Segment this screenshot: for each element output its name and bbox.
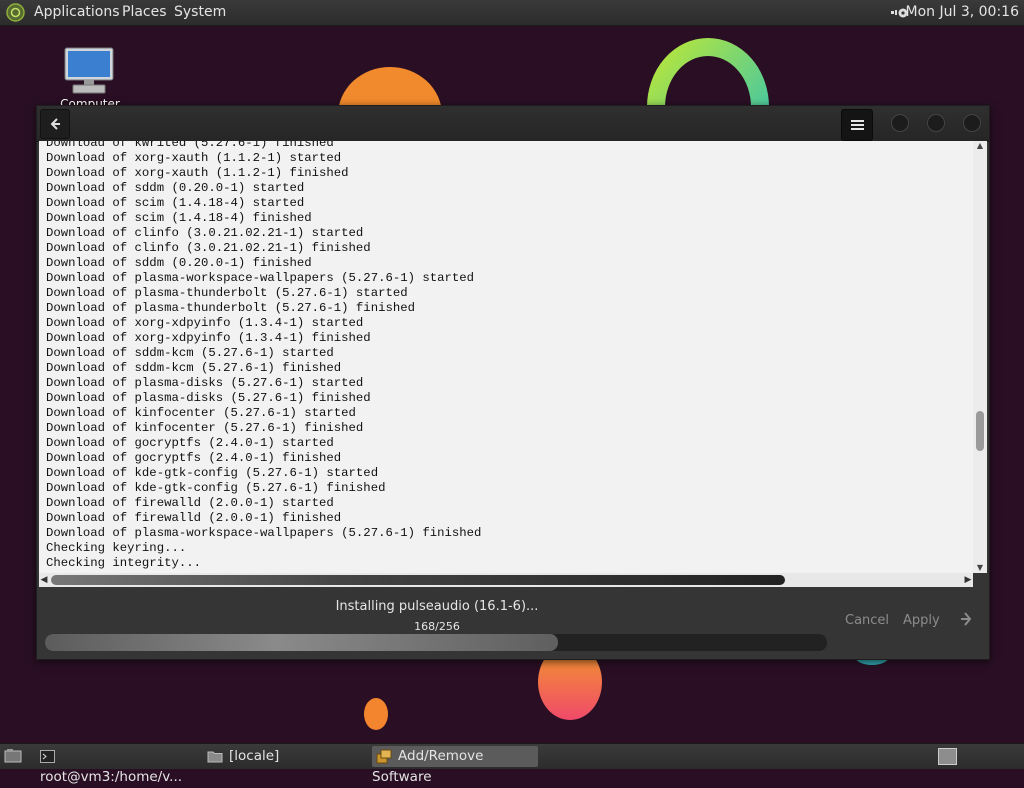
log-line: Download of gocryptfs (2.4.0-1) started xyxy=(46,436,334,450)
scroll-right-icon[interactable]: ▶ xyxy=(963,573,973,587)
log-line: Download of scim (1.4.18-4) started xyxy=(46,196,305,210)
log-line: Download of kinfocenter (5.27.6-1) start… xyxy=(46,406,356,420)
log-line: Download of kwrited (5.27.6-1) finished xyxy=(46,141,334,150)
transaction-log[interactable]: Download of kwrited (5.27.6-1) finished D… xyxy=(39,141,973,573)
package-icon xyxy=(376,749,392,763)
log-line: Download of gocryptfs (2.4.0-1) finished xyxy=(46,451,342,465)
distro-logo-icon[interactable] xyxy=(6,3,25,22)
horizontal-scrollbar[interactable]: ◀ ▶ xyxy=(39,573,973,587)
log-line: Download of plasma-thunderbolt (5.27.6-1… xyxy=(46,301,415,315)
bottom-taskbar: root@vm3:/home/v... [locale] Add/Remove … xyxy=(0,743,1024,785)
log-line: Checking integrity... xyxy=(46,556,201,570)
minimize-button[interactable] xyxy=(891,114,909,132)
scroll-down-icon[interactable]: ▼ xyxy=(973,563,987,573)
footer: Installing pulseaudio (16.1-6)... 168/25… xyxy=(37,587,989,659)
log-line: Checking keyring... xyxy=(46,541,187,555)
task-add-remove-software[interactable]: Add/Remove Software xyxy=(372,746,538,785)
task-terminal[interactable]: root@vm3:/home/v... xyxy=(40,746,200,785)
log-line: Download of scim (1.4.18-4) finished xyxy=(46,211,312,225)
hamburger-menu-icon xyxy=(851,120,864,122)
status-text: Installing pulseaudio (16.1-6)... xyxy=(335,599,539,614)
log-line: Download of xorg-xauth (1.1.2-1) finishe… xyxy=(46,166,349,180)
back-arrow-icon xyxy=(50,118,60,130)
task-locale-label: [locale] xyxy=(229,748,280,764)
wallpaper-small-blob xyxy=(364,698,388,730)
log-line: Download of plasma-workspace-wallpapers … xyxy=(46,271,475,285)
monitor-icon xyxy=(64,47,114,94)
forward-arrow-icon[interactable] xyxy=(959,611,975,627)
log-line: Download of clinfo (3.0.21.02.21-1) fini… xyxy=(46,241,371,255)
log-line: Download of xorg-xdpyinfo (1.3.4-1) star… xyxy=(46,316,364,330)
maximize-button[interactable] xyxy=(927,114,945,132)
log-line: Download of sddm-kcm (5.27.6-1) started xyxy=(46,346,334,360)
hamburger-menu-button[interactable] xyxy=(841,109,873,141)
scroll-left-icon[interactable]: ◀ xyxy=(39,573,49,587)
wallpaper-green-ring xyxy=(647,38,769,110)
progress-bar xyxy=(45,634,827,651)
log-line: Download of sddm (0.20.0-1) finished xyxy=(46,256,312,270)
close-button[interactable] xyxy=(963,114,981,132)
log-line: Download of sddm-kcm (5.27.6-1) finished xyxy=(46,361,342,375)
desktop-computer-icon[interactable]: Computer xyxy=(57,46,123,111)
log-line: Download of sddm (0.20.0-1) started xyxy=(46,181,305,195)
log-line: Download of plasma-disks (5.27.6-1) fini… xyxy=(46,391,371,405)
task-terminal-label: root@vm3:/home/v... xyxy=(40,769,183,785)
cancel-button[interactable]: Cancel xyxy=(845,613,889,628)
log-line: Download of xorg-xdpyinfo (1.3.4-1) fini… xyxy=(46,331,371,345)
terminal-icon xyxy=(40,749,55,763)
log-line: Download of plasma-disks (5.27.6-1) star… xyxy=(46,376,364,390)
apply-button[interactable]: Apply xyxy=(903,613,940,628)
log-line: Download of kinfocenter (5.27.6-1) finis… xyxy=(46,421,364,435)
add-remove-software-window: Download of kwrited (5.27.6-1) finished D… xyxy=(36,105,990,660)
horizontal-scroll-thumb[interactable] xyxy=(51,575,785,585)
show-desktop-icon[interactable] xyxy=(4,748,22,764)
log-line: Download of firewalld (2.0.0-1) finished xyxy=(46,511,342,525)
log-line: Download of plasma-thunderbolt (5.27.6-1… xyxy=(46,286,408,300)
vertical-scrollbar[interactable]: ▲ ▼ xyxy=(973,141,987,573)
log-line: Download of xorg-xauth (1.1.2-1) started xyxy=(46,151,342,165)
log-line: Download of kde-gtk-config (5.27.6-1) fi… xyxy=(46,481,386,495)
progress-count: 168/256 xyxy=(414,620,460,633)
menu-places[interactable]: Places xyxy=(122,4,167,20)
vertical-scroll-thumb[interactable] xyxy=(976,411,984,451)
menu-system[interactable]: System xyxy=(174,4,226,20)
menu-applications[interactable]: Applications xyxy=(34,4,120,20)
folder-icon xyxy=(207,751,223,762)
log-line: Download of clinfo (3.0.21.02.21-1) star… xyxy=(46,226,364,240)
scroll-up-icon[interactable]: ▲ xyxy=(973,141,987,151)
header-bar xyxy=(37,106,989,142)
wallpaper-orange-blob-bottom xyxy=(538,658,602,720)
log-line: Download of plasma-workspace-wallpapers … xyxy=(46,526,482,540)
progress-bar-fill xyxy=(45,634,559,651)
clock[interactable]: Mon Jul 3, 00:16 xyxy=(906,4,1019,20)
log-text: Download of kwrited (5.27.6-1) finished D… xyxy=(46,141,481,571)
log-line: Download of kde-gtk-config (5.27.6-1) st… xyxy=(46,466,379,480)
top-panel: Applications Places System Mon Jul 3, 00… xyxy=(0,0,1024,26)
workspace-switcher[interactable] xyxy=(938,748,957,765)
task-locale[interactable]: [locale] xyxy=(207,746,367,767)
back-button[interactable] xyxy=(40,109,70,139)
log-line: Download of firewalld (2.0.0-1) started xyxy=(46,496,334,510)
